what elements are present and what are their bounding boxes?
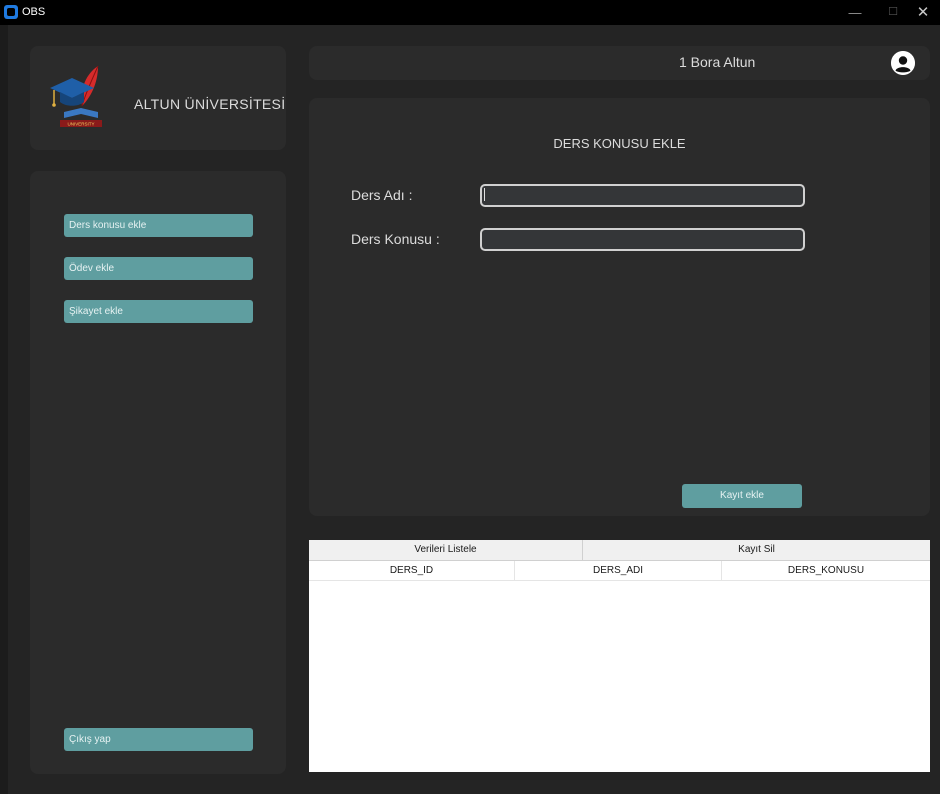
- minimize-button[interactable]: —: [840, 0, 870, 25]
- column-header-ders-konusu[interactable]: DERS_KONUSU: [722, 561, 930, 581]
- user-avatar-icon[interactable]: [891, 51, 915, 75]
- text-caret: [484, 188, 485, 201]
- window-title: OBS: [22, 6, 46, 18]
- logout-button[interactable]: Çıkış yap: [64, 728, 253, 751]
- university-name: ALTUN ÜNİVERSİTESİ: [134, 96, 286, 112]
- maximize-button[interactable]: ☐: [878, 0, 908, 25]
- sidebar-item-add-homework[interactable]: Ödev ekle: [64, 257, 253, 280]
- form-title: DERS KONUSU EKLE: [553, 136, 686, 151]
- records-table: Verileri Listele Kayıt Sil DERS_ID DERS_…: [309, 540, 930, 772]
- sidebar-item-add-course-topic[interactable]: Ders konusu ekle: [64, 214, 253, 237]
- logo-badge-text: UNIVERSITY: [67, 122, 94, 127]
- user-bar: 1 Bora Altun: [309, 46, 930, 80]
- sidebar-panel: Ders konusu ekle Ödev ekle Şikayet ekle …: [30, 171, 286, 774]
- column-header-ders-adi[interactable]: DERS_ADI: [515, 561, 722, 581]
- tab-list-records[interactable]: Verileri Listele: [309, 540, 583, 561]
- tab-delete-record[interactable]: Kayıt Sil: [583, 540, 930, 561]
- form-panel: DERS KONUSU EKLE Ders Adı : Ders Konusu …: [309, 98, 930, 516]
- course-topic-input[interactable]: [480, 228, 805, 251]
- university-logo-icon: UNIVERSITY: [50, 65, 102, 127]
- course-name-label: Ders Adı :: [351, 187, 413, 203]
- course-name-input[interactable]: [480, 184, 805, 207]
- close-button[interactable]: ✕: [908, 0, 938, 25]
- add-record-button[interactable]: Kayıt ekle: [682, 484, 802, 508]
- window-titlebar: OBS — ☐ ✕: [0, 0, 940, 25]
- course-topic-label: Ders Konusu :: [351, 231, 440, 247]
- app-icon: [4, 5, 18, 19]
- logo-panel: UNIVERSITY ALTUN ÜNİVERSİTESİ: [30, 46, 286, 150]
- column-header-ders-id[interactable]: DERS_ID: [309, 561, 515, 581]
- sidebar-item-add-complaint[interactable]: Şikayet ekle: [64, 300, 253, 323]
- user-name: 1 Bora Altun: [679, 54, 756, 70]
